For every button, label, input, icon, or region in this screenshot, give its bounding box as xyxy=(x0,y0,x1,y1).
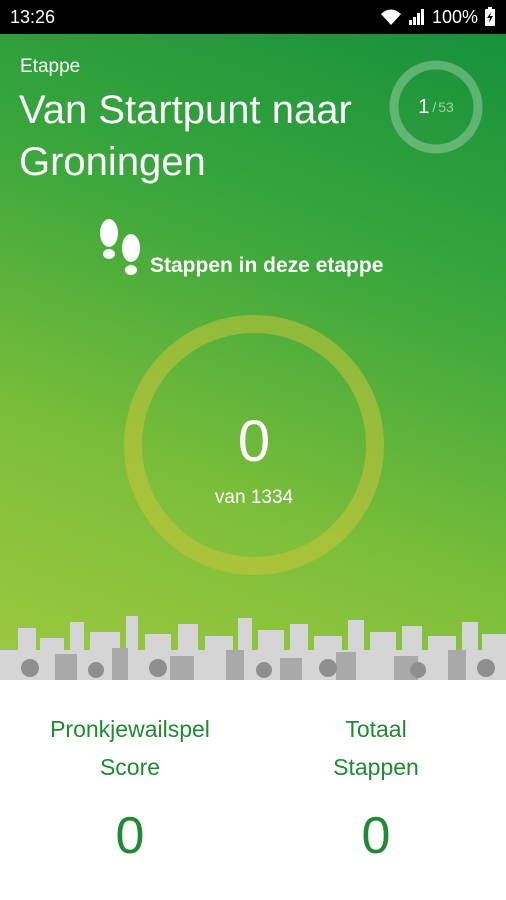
status-time: 13:26 xyxy=(10,6,56,27)
score-label-line1: Pronkjewailspel xyxy=(50,716,210,742)
stage-panel: Etappe Van Startpunt naar Groningen 1 / … xyxy=(0,34,506,680)
footsteps-icon xyxy=(100,219,140,275)
step-count: 0 xyxy=(237,409,271,474)
stage-title: Van Startpunt naar Groningen xyxy=(19,88,352,184)
battery-icon xyxy=(485,7,495,26)
city-skyline-illustration xyxy=(0,616,506,680)
score-value: 0 xyxy=(115,807,145,865)
wifi-icon xyxy=(380,9,401,25)
signal-icon xyxy=(408,9,424,25)
stats-panel: Pronkjewailspel Score 0 Totaal Stappen 0 xyxy=(0,680,506,900)
step-total: van 1334 xyxy=(214,487,294,508)
stage-label: Etappe xyxy=(20,56,81,77)
score-label-line2: Score xyxy=(99,754,161,780)
total-steps-label-line1: Totaal xyxy=(345,716,407,742)
status-icons: 100% xyxy=(380,7,496,28)
total-steps-label-line2: Stappen xyxy=(333,754,419,780)
steps-label: Stappen in deze etappe xyxy=(150,254,384,277)
battery-percent: 100% xyxy=(431,6,478,27)
stage-progress-separator: / xyxy=(432,99,437,115)
status-bar: 13:26 100% xyxy=(0,0,506,34)
stage-progress-current: 1 xyxy=(418,95,430,118)
stage-progress-total: 53 xyxy=(438,99,454,115)
total-steps-value: 0 xyxy=(361,807,391,865)
score-stat[interactable]: Pronkjewailspel Score 0 xyxy=(10,710,250,866)
stage-progress[interactable]: 1 / 53 xyxy=(387,58,485,156)
total-steps-stat[interactable]: Totaal Stappen 0 xyxy=(256,710,496,866)
